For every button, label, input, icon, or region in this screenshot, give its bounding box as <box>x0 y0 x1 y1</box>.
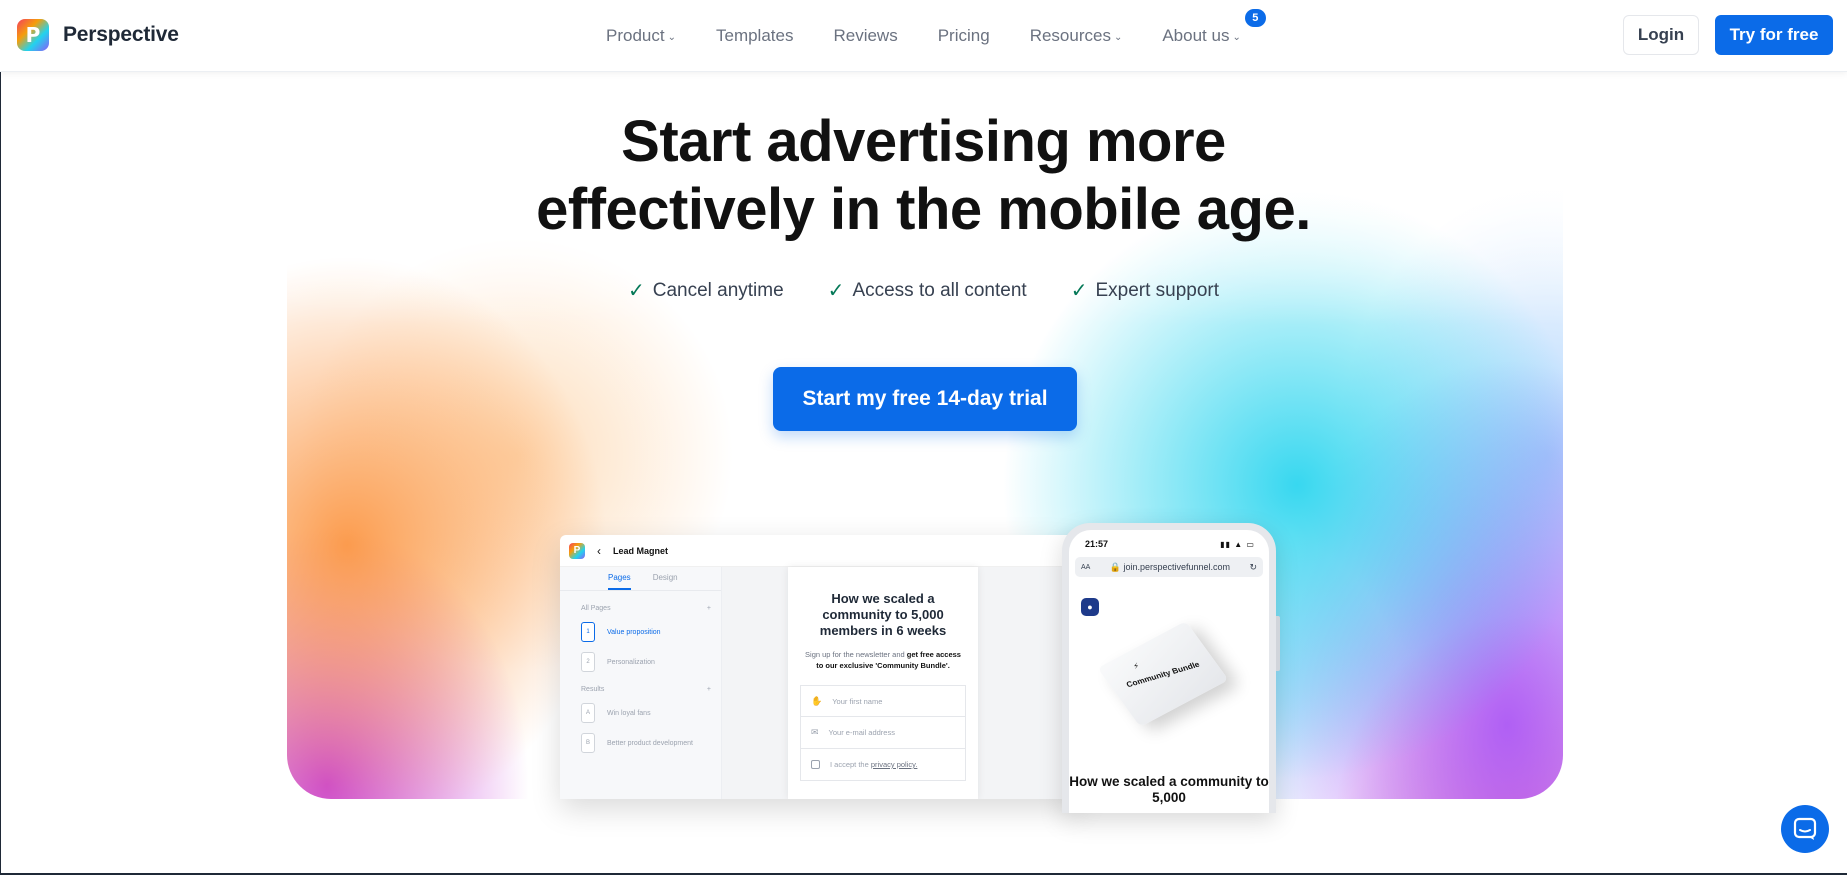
editor-title: Lead Magnet <box>613 545 669 556</box>
hero-title-line-1: Start advertising more <box>621 109 1226 174</box>
perspective-logo-icon: P <box>569 542 585 559</box>
result-item: B Better product development <box>560 723 721 753</box>
chevron-down-icon: ⌄ <box>1113 31 1123 43</box>
notification-badge: 5 <box>1244 9 1266 27</box>
preview-email-field: ✉ Your e-mail address <box>800 717 966 749</box>
result-label: Better product development <box>607 739 693 747</box>
signal-wifi-battery-icon: ▮▮ ▲ ▭ <box>1220 539 1255 549</box>
reload-icon: ↻ <box>1249 561 1257 572</box>
phone-url-bar: AA 🔒 join.perspectivefunnel.com ↻ <box>1075 557 1263 577</box>
checkbox-icon <box>811 760 820 769</box>
plus-icon: + <box>706 605 711 612</box>
phone-status-bar: 21:57 ▮▮ ▲ ▭ <box>1069 530 1269 549</box>
start-trial-button[interactable]: Start my free 14-day trial <box>773 367 1077 431</box>
community-bundle-box-image: ⚡ Community Bundle <box>1097 621 1229 727</box>
nav-item-reviews[interactable]: Reviews <box>833 26 897 46</box>
result-label: Win loyal fans <box>607 709 651 717</box>
chevron-down-icon: ⌄ <box>667 31 676 43</box>
nav-item-about-us[interactable]: About us ⌄ 5 <box>1162 9 1266 46</box>
phone-side-button <box>1276 616 1280 671</box>
feature-item: ✓ Expert support <box>1071 278 1219 303</box>
login-button[interactable]: Login <box>1623 15 1699 55</box>
nav-item-product[interactable]: Product ⌄ <box>606 26 676 46</box>
tab-design: Design <box>652 573 678 582</box>
feature-item: ✓ Cancel anytime <box>628 278 784 303</box>
editor-sidebar: Pages Design All Pages + 1 Value proposit… <box>560 567 722 799</box>
group-label: All Pages <box>581 605 611 612</box>
page-item: 1 Value proposition <box>560 612 721 642</box>
group-results: Results + <box>560 672 721 693</box>
checkmark-icon: ✓ <box>1070 280 1088 302</box>
editor-mockup-image: P ‹ Lead Magnet Pages Design All Pages + … <box>560 535 1080 799</box>
chat-bubble-icon: ● <box>1081 598 1099 616</box>
field-placeholder: Your e-mail address <box>828 728 895 737</box>
hero-title-line-2: effectively in the mobile age. <box>536 177 1311 242</box>
tab-pages: Pages <box>608 573 631 590</box>
main-nav: Product ⌄ Templates Reviews Pricing Resou… <box>606 0 1281 72</box>
plus-icon: + <box>706 686 711 693</box>
nav-item-resources[interactable]: Resources ⌄ <box>1030 26 1123 46</box>
feature-label: Cancel anytime <box>652 279 784 301</box>
preview-privacy-checkbox: I accept the privacy policy. <box>800 749 966 781</box>
phone-time: 21:57 <box>1085 539 1109 549</box>
page-label: Personalization <box>607 658 655 666</box>
field-placeholder: Your first name <box>832 696 883 706</box>
group-all-pages: All Pages + <box>560 591 721 612</box>
phone-heading: How we scaled a community to 5,000 <box>1069 774 1269 805</box>
page-label: Value proposition <box>607 628 661 636</box>
text-size-label: AA <box>1081 563 1091 571</box>
nav-item-pricing[interactable]: Pricing <box>938 26 990 46</box>
editor-canvas: How we scaled a community to 5,000 membe… <box>722 567 1080 799</box>
feature-list: ✓ Cancel anytime ✓ Access to all content… <box>0 278 1847 303</box>
nav-item-templates[interactable]: Templates <box>716 26 793 46</box>
page-number: 2 <box>581 652 595 672</box>
perspective-logo-icon[interactable]: P <box>17 19 49 51</box>
lightning-bolt-icon: ⚡ <box>1131 661 1141 671</box>
result-number: B <box>581 733 595 753</box>
page-item: 2 Personalization <box>560 642 721 672</box>
envelope-icon: ✉ <box>811 727 819 737</box>
phone-mockup-image: 21:57 ▮▮ ▲ ▭ AA 🔒 join.perspectivefunnel… <box>1062 523 1280 813</box>
checkmark-icon: ✓ <box>627 280 645 302</box>
chat-launcher-button[interactable] <box>1781 805 1829 853</box>
preview-subtext: Sign up for the newsletter and get free … <box>805 650 961 670</box>
phone-screen: 21:57 ▮▮ ▲ ▭ AA 🔒 join.perspectivefunnel… <box>1069 530 1269 813</box>
chat-icon <box>1793 817 1817 840</box>
preview-heading: How we scaled a community to 5,000 membe… <box>819 591 947 638</box>
back-arrow-icon: ‹ <box>597 543 601 558</box>
feature-label: Access to all content <box>852 279 1027 301</box>
privacy-text: I accept the privacy policy. <box>830 760 918 769</box>
try-for-free-button[interactable]: Try for free <box>1715 15 1833 55</box>
chevron-down-icon: ⌄ <box>1232 31 1241 43</box>
top-navigation-bar: P Perspective Product ⌄ Templates Reviews… <box>0 0 1847 72</box>
result-number: A <box>581 703 595 723</box>
editor-tabs: Pages Design <box>560 567 721 591</box>
editor-topbar: P ‹ Lead Magnet <box>560 535 1080 567</box>
phone-url: 🔒 join.perspectivefunnel.com <box>1109 561 1231 572</box>
hero-title: Start advertising more effectively in th… <box>0 108 1847 244</box>
page-number: 1 <box>581 622 595 642</box>
feature-label: Expert support <box>1095 279 1220 301</box>
preview-name-field: ✋ Your first name <box>800 685 966 717</box>
hand-wave-icon: ✋ <box>811 695 823 706</box>
brand[interactable]: P Perspective <box>17 19 179 51</box>
brand-name[interactable]: Perspective <box>63 23 179 47</box>
result-item: A Win loyal fans <box>560 693 721 723</box>
preview-page: How we scaled a community to 5,000 membe… <box>788 567 978 799</box>
checkmark-icon: ✓ <box>827 280 845 302</box>
group-label: Results <box>581 686 605 693</box>
feature-item: ✓ Access to all content <box>828 278 1027 303</box>
